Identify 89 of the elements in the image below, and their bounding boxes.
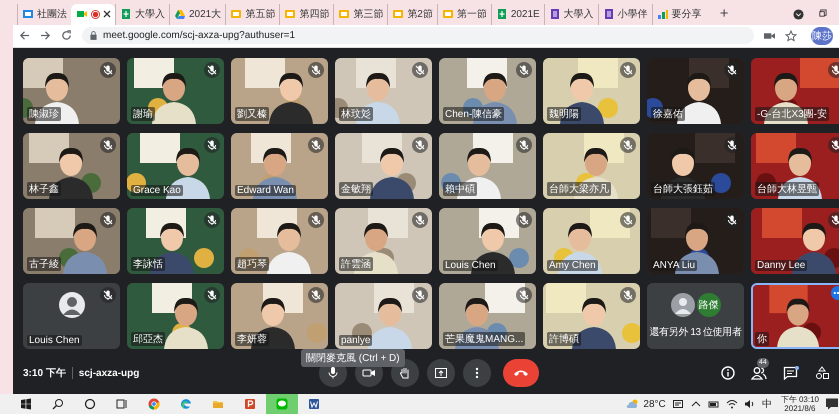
- info-icon[interactable]: [721, 366, 735, 380]
- participant-name: 林玟彣: [339, 106, 373, 121]
- form-icon: [602, 8, 615, 20]
- input-method-indicator[interactable]: 中: [758, 397, 775, 412]
- participant-name: 邱亞杰: [131, 332, 165, 346]
- classroom-icon: [22, 8, 34, 20]
- participant-name: 徐嘉佑: [651, 106, 685, 121]
- spreadsheet-icon: [120, 8, 132, 20]
- tooltip: 關閉麥克風 (Ctrl + D): [301, 349, 405, 368]
- chat-bubble-icon[interactable]: [276, 398, 288, 410]
- participant-name: Edward Wan: [235, 184, 296, 196]
- shapes-icon[interactable]: [815, 366, 829, 380]
- more-options-button[interactable]: [463, 359, 491, 388]
- search-icon[interactable]: [52, 398, 64, 410]
- slide-icon: [338, 8, 350, 20]
- participant-name: -G-台北X3團-安: [755, 106, 829, 121]
- participant-name: 謝瑜: [131, 106, 155, 121]
- powerpoint-icon[interactable]: [244, 398, 256, 410]
- participant-name: Grace Kao: [131, 184, 183, 196]
- participant-name: panlye: [339, 334, 372, 346]
- clock[interactable]: 下午 03:10 2021/8/6: [774, 395, 825, 414]
- close-icon[interactable]: [103, 10, 111, 18]
- participant-name: Louis Chen: [27, 334, 82, 346]
- weather-icon: [626, 398, 640, 410]
- reload-icon[interactable]: [61, 30, 72, 42]
- slide-icon: [284, 8, 296, 20]
- participant-name: 台師大張鈺茹: [651, 182, 715, 196]
- back-icon[interactable]: [19, 30, 30, 42]
- avatar-initials: 路傑: [696, 292, 720, 317]
- edge-icon[interactable]: [180, 398, 192, 410]
- phone-icon: [513, 368, 529, 378]
- browser-tab[interactable]: [71, 4, 115, 25]
- participant-name: 李詠恬: [131, 256, 165, 271]
- participant-name: 古子綾: [27, 256, 61, 271]
- tab-search-icon[interactable]: [793, 8, 804, 20]
- slide-icon: [442, 8, 454, 20]
- camera-icon[interactable]: [764, 32, 775, 40]
- participant-name: 魏明陽: [547, 106, 581, 121]
- participant-name: 賴中碩: [443, 182, 477, 196]
- slide-icon: [392, 8, 404, 20]
- participant-name: 還有另外 13 位使用者: [648, 326, 742, 339]
- task-view-icon[interactable]: [116, 398, 128, 410]
- form-icon: [548, 8, 561, 20]
- lock-icon: [90, 31, 97, 40]
- participant-name: 許雲涵: [339, 256, 373, 271]
- word-icon[interactable]: [308, 398, 320, 410]
- participant-name: 台師大梁亦凡: [547, 182, 611, 196]
- address-field[interactable]: meet.google.com/scj-axza-upg?authuser=1: [82, 27, 754, 44]
- participant-name: 李妍蓉: [235, 332, 269, 346]
- meeting-code: scj-axza-upg: [78, 368, 140, 379]
- participant-name: Danny Lee: [755, 260, 808, 271]
- restore-icon[interactable]: [818, 8, 827, 18]
- new-tab-button[interactable]: +: [716, 4, 732, 25]
- circle-icon[interactable]: [84, 398, 96, 410]
- wifi-icon[interactable]: [726, 398, 738, 410]
- avatar-icon: [58, 292, 84, 318]
- participant-name: 林子鑫: [27, 182, 61, 196]
- avatar-icon: [670, 292, 694, 317]
- star-icon[interactable]: [785, 30, 797, 42]
- windows-icon[interactable]: [20, 398, 32, 410]
- participant-name: ANYA Liu: [651, 260, 698, 271]
- participant-name: 你: [755, 332, 769, 346]
- profile-avatar[interactable]: 陳莎: [811, 26, 833, 45]
- mic-icon: [326, 366, 340, 380]
- present-icon: [434, 366, 448, 380]
- participant-name: Chen-陳信豪: [443, 106, 504, 121]
- spreadsheet-icon: [496, 8, 508, 20]
- people-icon[interactable]: [751, 366, 767, 380]
- participant-name: 金敏翔: [339, 182, 373, 196]
- participant-name: 芒果魔鬼MANG...: [443, 332, 526, 346]
- leave-call-button[interactable]: [503, 359, 539, 388]
- notification-icon[interactable]: [825, 397, 839, 412]
- participant-name: Amy Chen: [547, 260, 598, 271]
- participant-name: 劉又榛: [235, 106, 269, 121]
- news-icon[interactable]: [672, 398, 684, 410]
- forward-icon[interactable]: [40, 30, 51, 42]
- participant-name: Louis Chen: [443, 260, 498, 271]
- chrome-icon[interactable]: [148, 398, 160, 410]
- chat-icon[interactable]: [783, 366, 799, 380]
- participant-name: 趙巧琴: [235, 256, 269, 271]
- present-button[interactable]: [427, 359, 455, 388]
- participant-name: 許博碩: [547, 332, 581, 346]
- meeting-time: 3:10 下午: [23, 366, 66, 380]
- participant-name: 陳淑珍: [27, 106, 61, 121]
- speaker-icon[interactable]: [744, 398, 756, 410]
- slide-icon: [230, 8, 242, 20]
- bar-chart-icon: [656, 8, 669, 20]
- triangle-icon: [174, 8, 186, 20]
- temperature: 28°C: [642, 398, 667, 410]
